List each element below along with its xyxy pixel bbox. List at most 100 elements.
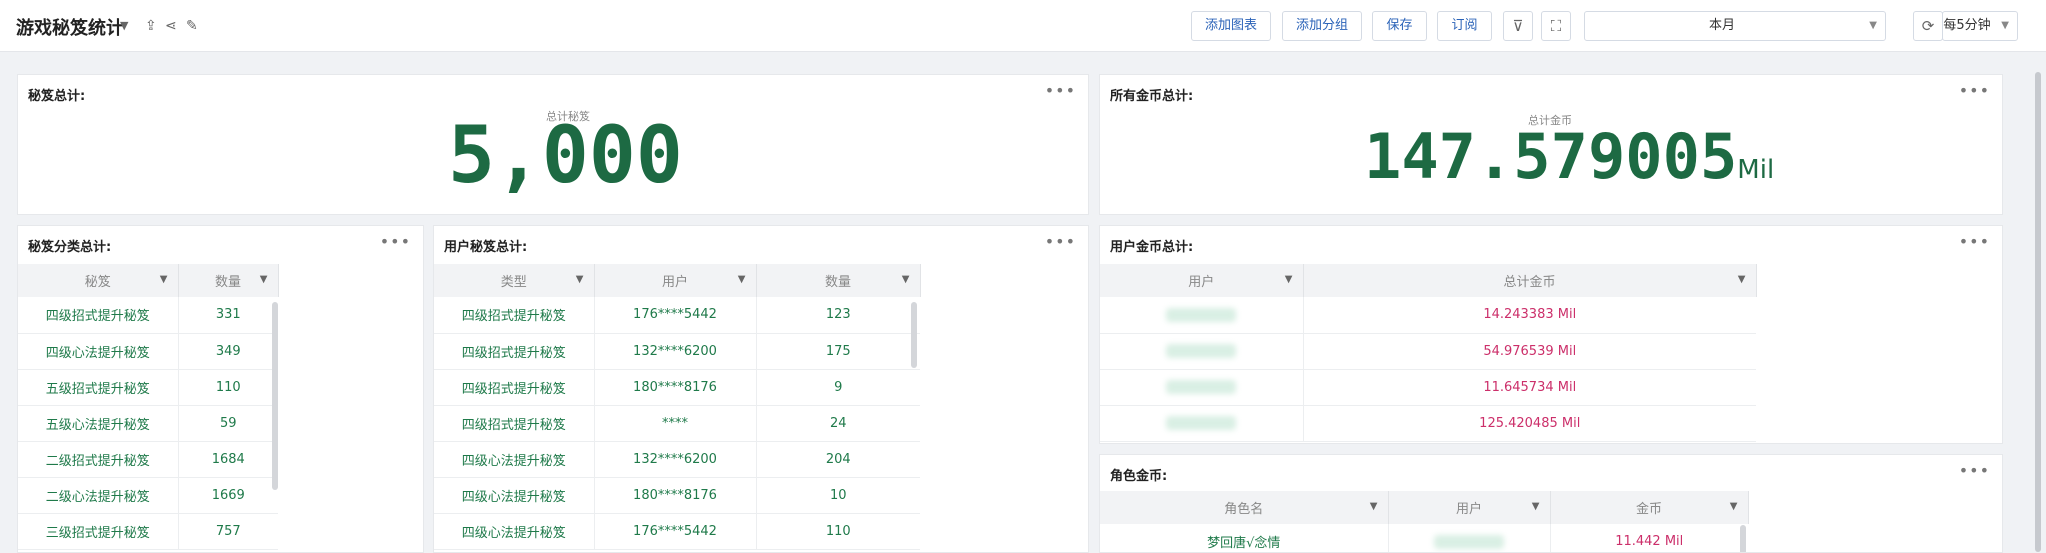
table-cell: 331 bbox=[178, 297, 278, 334]
subscribe-button[interactable]: 订阅 bbox=[1437, 11, 1492, 41]
table-cell: 四级心法提升秘笈 bbox=[434, 513, 595, 550]
filter-icon[interactable]: ▼ bbox=[576, 274, 584, 285]
card-title: 所有金币总计: bbox=[1110, 89, 1194, 104]
column-header[interactable]: 用户 ▼ bbox=[1100, 264, 1304, 297]
table-cell: 349 bbox=[178, 333, 278, 370]
table-cell: 二级心法提升秘笈 bbox=[18, 477, 179, 514]
table-row[interactable]: 54.976539 Mil bbox=[1100, 333, 1756, 370]
table-scrollbar[interactable] bbox=[1740, 525, 1746, 552]
title-dropdown-caret-icon[interactable]: ▼ bbox=[120, 17, 128, 35]
filter-icon[interactable]: ▼ bbox=[1285, 274, 1293, 285]
table-row[interactable]: 四级招式提升秘笈 180****8176 9 bbox=[434, 369, 920, 406]
save-button[interactable]: 保存 bbox=[1372, 11, 1427, 41]
table-row[interactable]: 四级招式提升秘笈 176****5442 123 bbox=[434, 297, 920, 334]
table-header-row: 用户 ▼ 总计金币 ▼ bbox=[1100, 264, 1757, 297]
table-row[interactable]: 五级心法提升秘笈 59 bbox=[18, 405, 278, 442]
column-header[interactable]: 金币 ▼ bbox=[1550, 491, 1749, 524]
more-options-icon[interactable]: ••• bbox=[1959, 461, 1990, 480]
table-row[interactable]: 四级招式提升秘笈 132****6200 175 bbox=[434, 333, 920, 370]
table-row[interactable]: 五级招式提升秘笈 110 bbox=[18, 369, 278, 406]
table-row[interactable]: 梦回唐√念情 11.442 Mil bbox=[1100, 524, 1748, 552]
column-header[interactable]: 角色名 ▼ bbox=[1100, 491, 1389, 524]
column-header[interactable]: 数量 ▼ bbox=[756, 264, 921, 297]
table-row[interactable]: 11.645734 Mil bbox=[1100, 369, 1756, 406]
date-range-select[interactable]: 本月 ▼ bbox=[1584, 11, 1886, 41]
filter-icon[interactable]: ▼ bbox=[738, 274, 746, 285]
kpi-unit: Mil bbox=[1737, 155, 1775, 185]
more-options-icon[interactable]: ••• bbox=[380, 232, 411, 251]
card-title: 用户秘笈总计: bbox=[444, 240, 528, 255]
page-scrollbar-thumb[interactable] bbox=[2035, 72, 2041, 552]
table-cell: **** bbox=[594, 405, 757, 442]
column-header[interactable]: 秘笈 ▼ bbox=[18, 264, 179, 297]
redacted-user bbox=[1166, 307, 1237, 322]
refresh-interval-value: 每5分钟 bbox=[1943, 18, 1991, 33]
table-row[interactable]: 三级招式提升秘笈 757 bbox=[18, 513, 278, 550]
chevron-down-icon: ▼ bbox=[1869, 20, 1877, 31]
table-scrollbar[interactable] bbox=[911, 302, 917, 368]
table-cell: 11.442 Mil bbox=[1550, 524, 1748, 552]
column-header-label: 金币 bbox=[1635, 502, 1662, 517]
table-cell: 10 bbox=[756, 477, 920, 514]
filter-icon[interactable]: ▼ bbox=[260, 274, 268, 285]
card-title: 角色金币: bbox=[1110, 469, 1168, 484]
column-header-label: 总计金币 bbox=[1503, 275, 1556, 290]
table-cell: 110 bbox=[756, 513, 920, 550]
refresh-icon[interactable]: ⟳ bbox=[1913, 11, 1943, 41]
clear-filter-icon[interactable]: ⊽ bbox=[1503, 11, 1533, 41]
dashboard-header: 游戏秘笈统计 ▼ ⇪ ⋖ ✎ 添加图表 添加分组 保存 订阅 ⊽ ⛶ 本月 ▼ … bbox=[0, 0, 2046, 52]
column-header-label: 角色名 bbox=[1224, 502, 1264, 517]
table-row[interactable]: 二级招式提升秘笈 1684 bbox=[18, 441, 278, 478]
more-options-icon[interactable]: ••• bbox=[1959, 232, 1990, 251]
table-cell bbox=[1388, 524, 1551, 552]
column-header-label: 数量 bbox=[214, 275, 241, 290]
share-icon[interactable]: ⋖ bbox=[165, 17, 177, 35]
table-cell: 四级招式提升秘笈 bbox=[434, 405, 595, 442]
kpi-value-number: 147.579005 bbox=[1364, 120, 1738, 193]
column-header[interactable]: 用户 ▼ bbox=[594, 264, 757, 297]
table-row[interactable]: 四级心法提升秘笈 176****5442 110 bbox=[434, 513, 920, 550]
table-cell: 四级心法提升秘笈 bbox=[434, 441, 595, 478]
column-header[interactable]: 总计金币 ▼ bbox=[1303, 264, 1757, 297]
column-header[interactable]: 类型 ▼ bbox=[434, 264, 595, 297]
more-options-icon[interactable]: ••• bbox=[1045, 81, 1076, 100]
table-row[interactable]: 四级心法提升秘笈 349 bbox=[18, 333, 278, 370]
table-row[interactable]: 125.420485 Mil bbox=[1100, 405, 1756, 442]
column-header[interactable]: 数量 ▼ bbox=[178, 264, 279, 297]
table-cell: 110 bbox=[178, 369, 278, 406]
kpi-value: 5,000 bbox=[448, 111, 683, 201]
more-options-icon[interactable]: ••• bbox=[1045, 232, 1076, 251]
column-header-label: 秘笈 bbox=[84, 275, 111, 290]
table-cell bbox=[1100, 405, 1304, 442]
table-cell: 180****8176 bbox=[594, 369, 757, 406]
table-row[interactable]: 14.243383 Mil bbox=[1100, 297, 1756, 334]
more-options-icon[interactable]: ••• bbox=[1959, 81, 1990, 100]
table-cell: 176****5442 bbox=[594, 297, 757, 334]
filter-icon[interactable]: ▼ bbox=[902, 274, 910, 285]
filter-icon[interactable]: ▼ bbox=[160, 274, 168, 285]
table-row[interactable]: 二级心法提升秘笈 1669 bbox=[18, 477, 278, 514]
page-scrollbar[interactable] bbox=[2030, 52, 2046, 553]
export-icon[interactable]: ⇪ bbox=[145, 17, 157, 35]
filter-icon[interactable]: ▼ bbox=[1370, 501, 1378, 512]
filter-icon[interactable]: ▼ bbox=[1730, 501, 1738, 512]
table-scrollbar[interactable] bbox=[272, 302, 278, 490]
filter-icon[interactable]: ▼ bbox=[1532, 501, 1540, 512]
add-chart-button[interactable]: 添加图表 bbox=[1191, 11, 1271, 41]
fullscreen-icon[interactable]: ⛶ bbox=[1541, 11, 1571, 41]
column-header[interactable]: 用户 ▼ bbox=[1388, 491, 1551, 524]
table-row[interactable]: 四级心法提升秘笈 132****6200 204 bbox=[434, 441, 920, 478]
refresh-interval-select[interactable]: 每5分钟 ▼ bbox=[1942, 11, 2018, 41]
table-cell: 125.420485 Mil bbox=[1303, 405, 1756, 442]
table-cell: 54.976539 Mil bbox=[1303, 333, 1756, 370]
table-row[interactable]: 四级招式提升秘笈 331 bbox=[18, 297, 278, 334]
edit-pencil-icon[interactable]: ✎ bbox=[186, 17, 198, 35]
table-row[interactable]: 四级招式提升秘笈 **** 24 bbox=[434, 405, 920, 442]
filter-icon[interactable]: ▼ bbox=[1738, 274, 1746, 285]
column-header-label: 类型 bbox=[500, 275, 527, 290]
column-header-label: 用户 bbox=[1455, 502, 1482, 517]
page-title: 游戏秘笈统计 bbox=[16, 18, 124, 39]
add-group-button[interactable]: 添加分组 bbox=[1282, 11, 1362, 41]
table-cell: 五级招式提升秘笈 bbox=[18, 369, 179, 406]
table-row[interactable]: 四级心法提升秘笈 180****8176 10 bbox=[434, 477, 920, 514]
